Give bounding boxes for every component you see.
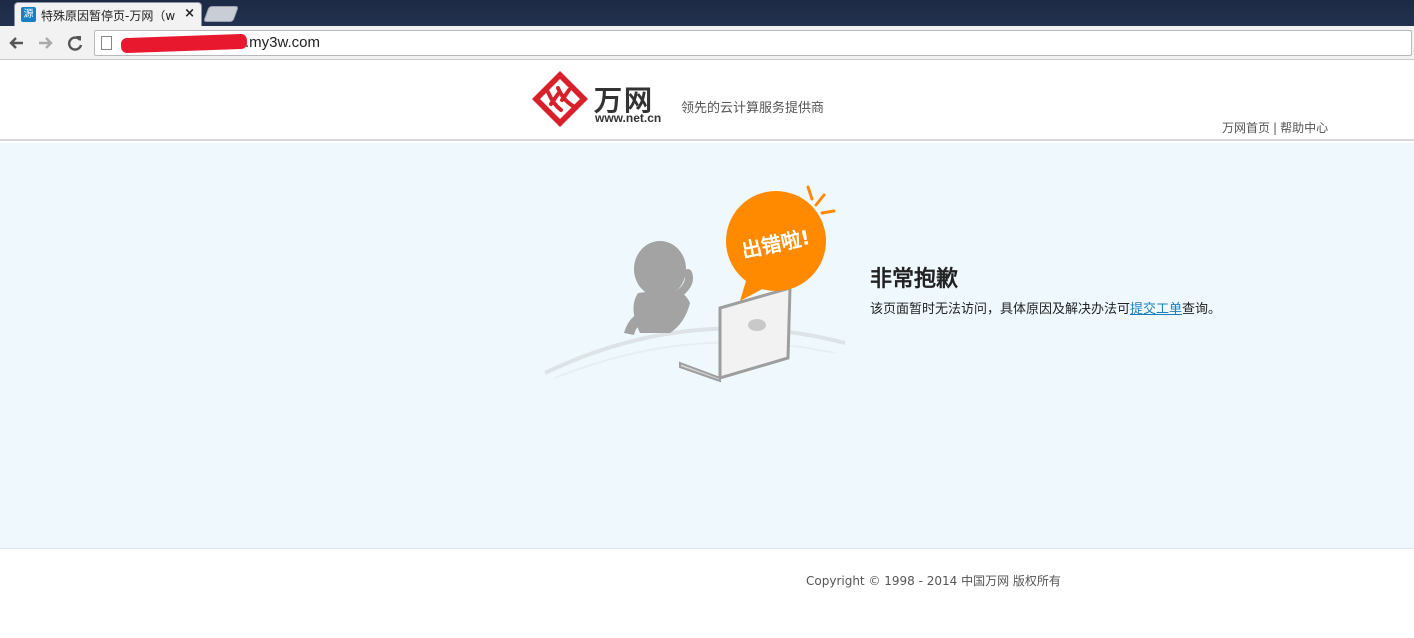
link-separator: | <box>1273 121 1278 135</box>
top-links: 万网首页 | 帮助中心 <box>1222 119 1328 136</box>
error-content: 出错啦! 非常抱歉 该页面暂时无法访问，具体原因及解决办法可提交工单查询。 <box>0 143 1414 549</box>
tab-title: 特殊原因暂停页-万网（w <box>41 9 176 23</box>
back-arrow-icon[interactable] <box>6 32 28 54</box>
browser-toolbar: .my3w.com <box>0 26 1414 60</box>
laptop-base <box>679 361 721 383</box>
help-center-link[interactable]: 帮助中心 <box>1280 121 1328 135</box>
footer: Copyright © 1998 - 2014 中国万网 版权所有 <box>0 550 1414 638</box>
site-header: 万网 www.net.cn 领先的云计算服务提供商 万网首页 | 帮助中心 <box>0 61 1414 141</box>
redacted-url-mask <box>120 33 248 54</box>
browser-tab[interactable]: 源 特殊原因暂停页-万网（w × <box>14 2 202 26</box>
error-message-text: 该页面暂时无法访问，具体原因及解决办法可 <box>870 302 1131 317</box>
page-icon <box>101 36 112 50</box>
wanwang-logo-icon[interactable] <box>531 70 589 128</box>
logo-url: www.net.cn <box>595 111 662 125</box>
new-tab-button[interactable] <box>203 6 239 22</box>
forward-arrow-icon[interactable] <box>34 32 56 54</box>
copyright-text: Copyright © 1998 - 2014 中国万网 版权所有 <box>806 574 1061 588</box>
url-text: .my3w.com <box>245 34 321 51</box>
address-bar[interactable]: .my3w.com <box>94 30 1412 56</box>
submit-ticket-link[interactable]: 提交工单 <box>1130 302 1182 317</box>
site-tagline: 领先的云计算服务提供商 <box>681 101 825 116</box>
error-title: 非常抱歉 <box>870 267 959 292</box>
site-favicon-icon: 源 <box>21 7 36 22</box>
error-illustration: 出错啦! <box>544 185 846 383</box>
browser-titlebar: 源 特殊原因暂停页-万网（w × <box>0 0 1414 26</box>
tab-close-icon[interactable]: × <box>184 6 195 21</box>
error-message-suffix: 查询。 <box>1182 302 1222 317</box>
error-message: 该页面暂时无法访问，具体原因及解决办法可提交工单查询。 <box>870 298 1221 317</box>
reload-icon[interactable] <box>64 32 86 54</box>
laptop-screen <box>718 285 792 381</box>
home-link[interactable]: 万网首页 <box>1222 121 1270 135</box>
person-head <box>634 241 686 297</box>
